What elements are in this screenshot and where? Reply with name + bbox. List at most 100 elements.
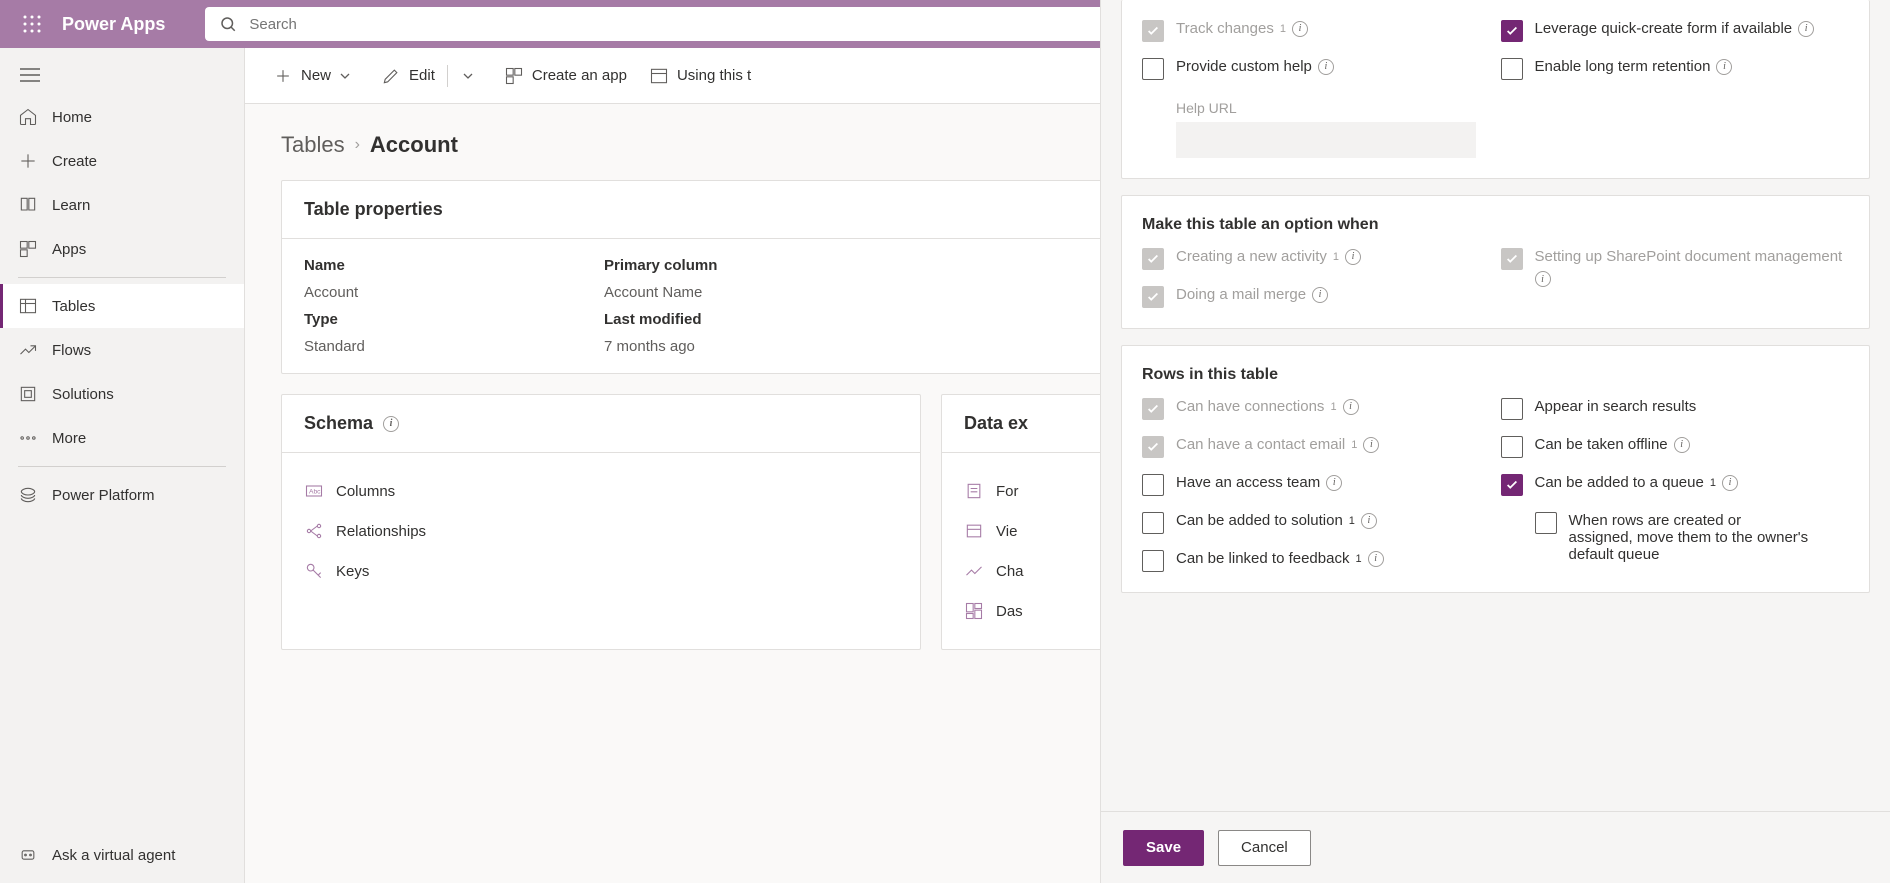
nav-home[interactable]: Home (0, 95, 244, 139)
table-properties-title: Table properties (282, 181, 1140, 239)
checkbox-icon[interactable] (1501, 20, 1523, 42)
waffle-icon[interactable] (8, 0, 56, 48)
info-icon[interactable]: i (1722, 475, 1738, 491)
checkbox-icon[interactable] (1142, 550, 1164, 572)
footnote-marker: 1 (1351, 439, 1357, 451)
opt-appear-search[interactable]: Appear in search results (1501, 398, 1697, 420)
help-url-input[interactable] (1176, 122, 1476, 158)
cmd-edit[interactable]: Edit (381, 66, 435, 86)
cmd-using-this-label: Using this t (677, 67, 751, 84)
nav-apps[interactable]: Apps (0, 227, 244, 271)
chevron-down-icon (339, 70, 351, 82)
schema-keys[interactable]: Keys (304, 551, 898, 591)
cancel-button[interactable]: Cancel (1218, 830, 1311, 866)
data-forms-label: For (996, 483, 1019, 500)
info-icon[interactable]: i (1343, 399, 1359, 415)
data-views-label: Vie (996, 523, 1017, 540)
opt-track-changes: Track changes 1i (1142, 20, 1308, 42)
opt-move-queue[interactable]: When rows are created or assigned, move … (1535, 512, 1809, 563)
info-icon[interactable]: i (1716, 59, 1732, 75)
opt-taken-offline-label: Can be taken offline (1535, 436, 1668, 453)
checkbox-icon (1501, 248, 1523, 270)
nav-solutions[interactable]: Solutions (0, 372, 244, 416)
opt-access-team[interactable]: Have an access teami (1142, 474, 1342, 496)
checkbox-icon (1142, 398, 1164, 420)
prop-primary-label: Primary column (604, 257, 904, 274)
info-icon[interactable]: i (1312, 287, 1328, 303)
nav-home-label: Home (52, 109, 92, 126)
cmd-using-this[interactable]: Using this t (649, 66, 751, 86)
cmd-edit-dropdown[interactable] (454, 70, 482, 82)
prop-type-value: Standard (304, 338, 604, 355)
checkbox-icon[interactable] (1142, 474, 1164, 496)
prop-name-label: Name (304, 257, 604, 274)
search-box[interactable] (205, 7, 1105, 41)
data-dashboards[interactable]: Das (964, 591, 1118, 631)
opt-linked-feedback[interactable]: Can be linked to feedback1i (1142, 550, 1384, 572)
nav-create-label: Create (52, 153, 97, 170)
checkbox-icon[interactable] (1501, 474, 1523, 496)
opt-added-solution[interactable]: Can be added to solution1i (1142, 512, 1377, 534)
info-icon[interactable]: i (383, 416, 399, 432)
section-rows-title: Rows in this table (1142, 366, 1849, 384)
checkbox-icon[interactable] (1142, 512, 1164, 534)
panel-section-option-when: Make this table an option when Creating … (1121, 195, 1870, 329)
opt-long-term-retention[interactable]: Enable long term retentioni (1501, 58, 1733, 80)
info-icon[interactable]: i (1368, 551, 1384, 567)
search-input[interactable] (249, 16, 1091, 33)
data-dashboards-label: Das (996, 603, 1023, 620)
cmd-create-app[interactable]: Create an app (504, 66, 627, 86)
search-icon (219, 15, 237, 33)
nav-create[interactable]: Create (0, 139, 244, 183)
info-icon[interactable]: i (1361, 513, 1377, 529)
nav-flows[interactable]: Flows (0, 328, 244, 372)
cmd-separator (447, 65, 448, 87)
nav-collapse-icon[interactable] (0, 58, 244, 95)
opt-mail-merge: Doing a mail merge i (1142, 286, 1328, 308)
data-forms[interactable]: For (964, 471, 1118, 511)
opt-taken-offline[interactable]: Can be taken offline i (1501, 436, 1690, 458)
opt-added-queue[interactable]: Can be added to a queue1i (1501, 474, 1738, 496)
info-icon[interactable]: i (1318, 59, 1334, 75)
info-icon[interactable]: i (1798, 21, 1814, 37)
nav-separator (18, 466, 226, 467)
nav-ask-agent[interactable]: Ask a virtual agent (0, 833, 244, 877)
brand-label[interactable]: Power Apps (62, 14, 165, 35)
nav-power-platform[interactable]: Power Platform (0, 473, 244, 517)
save-button[interactable]: Save (1123, 830, 1204, 866)
data-charts[interactable]: Cha (964, 551, 1118, 591)
checkbox-icon[interactable] (1501, 58, 1523, 80)
data-views[interactable]: Vie (964, 511, 1118, 551)
schema-columns[interactable]: AbcColumns (304, 471, 898, 511)
schema-relationships[interactable]: Relationships (304, 511, 898, 551)
opt-leverage-quick-create[interactable]: Leverage quick-create form if available i (1501, 20, 1815, 42)
nav-learn[interactable]: Learn (0, 183, 244, 227)
prop-modified-value: 7 months ago (604, 338, 904, 355)
table-properties-card: Table properties Name Primary column Acc… (281, 180, 1141, 374)
checkbox-icon[interactable] (1501, 398, 1523, 420)
info-icon[interactable]: i (1292, 21, 1308, 37)
opt-added-solution-label: Can be added to solution (1176, 512, 1343, 529)
opt-mail-merge-label: Doing a mail merge (1176, 286, 1306, 303)
cmd-new[interactable]: New (273, 66, 359, 86)
info-icon[interactable]: i (1326, 475, 1342, 491)
checkbox-icon[interactable] (1535, 512, 1557, 534)
schema-keys-label: Keys (336, 563, 369, 580)
info-icon[interactable]: i (1345, 249, 1361, 265)
opt-track-changes-label: Track changes (1176, 20, 1274, 37)
data-charts-label: Cha (996, 563, 1024, 580)
info-icon[interactable]: i (1363, 437, 1379, 453)
opt-connections-label: Can have connections (1176, 398, 1324, 415)
footnote-marker: 1 (1280, 23, 1286, 35)
opt-leverage-quick-create-label: Leverage quick-create form if available (1535, 20, 1793, 37)
nav-more[interactable]: More (0, 416, 244, 460)
breadcrumb-root[interactable]: Tables (281, 132, 345, 158)
nav-apps-label: Apps (52, 241, 86, 258)
opt-contact-email: Can have a contact email1i (1142, 436, 1379, 458)
opt-provide-help[interactable]: Provide custom helpi (1142, 58, 1334, 80)
checkbox-icon[interactable] (1142, 58, 1164, 80)
checkbox-icon[interactable] (1501, 436, 1523, 458)
nav-tables[interactable]: Tables (0, 284, 244, 328)
info-icon[interactable]: i (1674, 437, 1690, 453)
info-icon[interactable]: i (1535, 271, 1551, 287)
